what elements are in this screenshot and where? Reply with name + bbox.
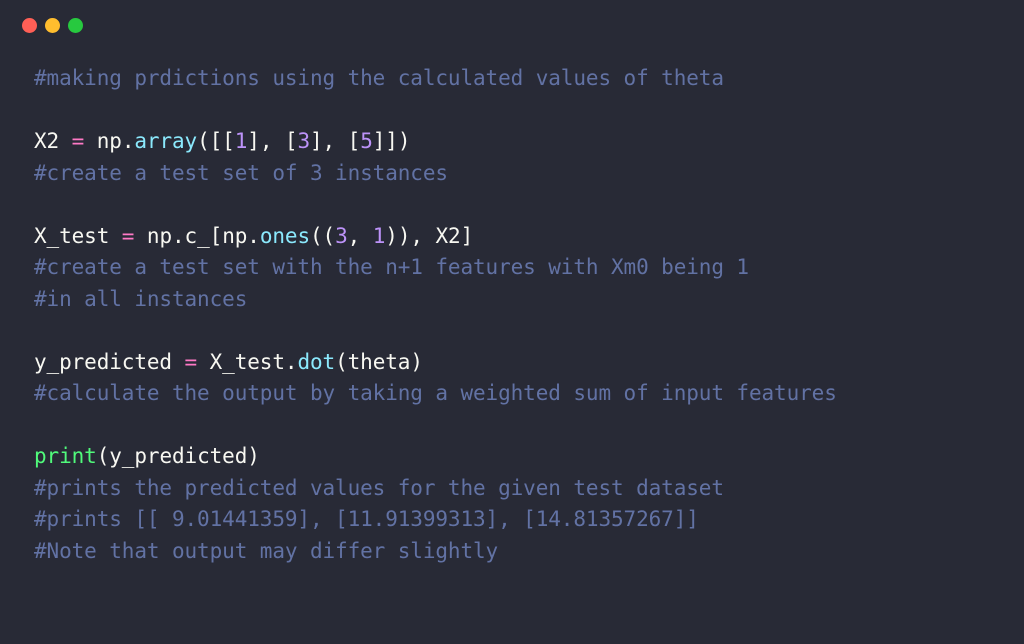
punct: ([[ xyxy=(197,129,235,153)
variable: X2 xyxy=(34,129,59,153)
variable: y_predicted xyxy=(34,350,172,374)
minimize-button[interactable] xyxy=(45,18,60,33)
window-traffic-lights xyxy=(0,0,1024,33)
function: array xyxy=(134,129,197,153)
punct: (( xyxy=(310,224,335,248)
variable: theta xyxy=(348,350,411,374)
comment-line: #prints [[ 9.01441359], [11.91399313], [… xyxy=(34,507,699,531)
comment-line: #in all instances xyxy=(34,287,247,311)
close-button[interactable] xyxy=(22,18,37,33)
code-editor[interactable]: #making prdictions using the calculated … xyxy=(0,33,1024,567)
number: 5 xyxy=(360,129,373,153)
punct: ] xyxy=(461,224,474,248)
variable: X_test xyxy=(210,350,285,374)
comment-line: #create a test set with the n+1 features… xyxy=(34,255,749,279)
punct: ], [ xyxy=(247,129,297,153)
attribute: c_ xyxy=(185,224,210,248)
number: 3 xyxy=(297,129,310,153)
comment-line: #prints the predicted values for the giv… xyxy=(34,476,724,500)
punct: . xyxy=(172,224,185,248)
number: 1 xyxy=(373,224,386,248)
punct: ( xyxy=(335,350,348,374)
punct: [ xyxy=(210,224,223,248)
operator: = xyxy=(109,224,147,248)
operator: = xyxy=(59,129,97,153)
punct: ], [ xyxy=(310,129,360,153)
punct: , xyxy=(348,224,373,248)
number: 3 xyxy=(335,224,348,248)
comment-line: #Note that output may differ slightly xyxy=(34,539,498,563)
variable: X2 xyxy=(435,224,460,248)
punct: ]]) xyxy=(373,129,411,153)
punct: ) xyxy=(410,350,423,374)
variable: X_test xyxy=(34,224,109,248)
punct: )), xyxy=(385,224,435,248)
number: 1 xyxy=(235,129,248,153)
comment-line: #making prdictions using the calculated … xyxy=(34,66,724,90)
module: np xyxy=(222,224,247,248)
variable: y_predicted xyxy=(109,444,247,468)
module: np xyxy=(97,129,122,153)
comment-line: #calculate the output by taking a weight… xyxy=(34,381,837,405)
punct: ( xyxy=(97,444,110,468)
punct: . xyxy=(247,224,260,248)
comment-line: #create a test set of 3 instances xyxy=(34,161,448,185)
builtin: print xyxy=(34,444,97,468)
function: ones xyxy=(260,224,310,248)
module: np xyxy=(147,224,172,248)
punct: . xyxy=(285,350,298,374)
punct: . xyxy=(122,129,135,153)
operator: = xyxy=(172,350,210,374)
maximize-button[interactable] xyxy=(68,18,83,33)
punct: ) xyxy=(247,444,260,468)
function: dot xyxy=(297,350,335,374)
